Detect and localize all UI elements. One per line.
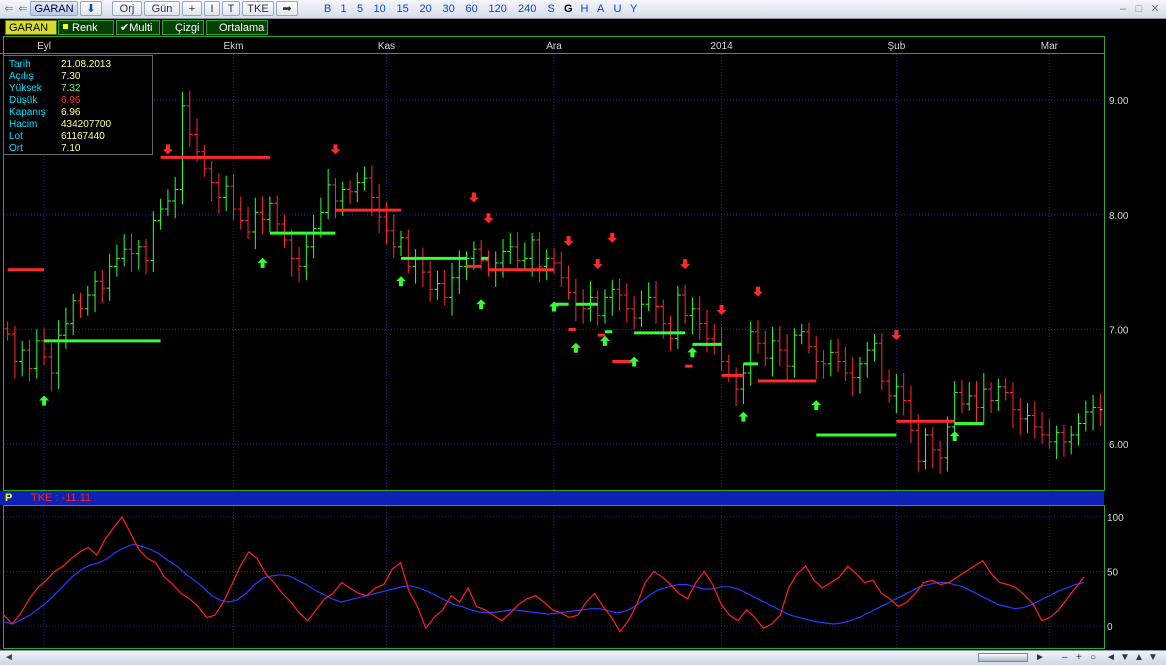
buy-signal-arrow-icon [396, 276, 407, 287]
osc-tick-label: 0 [1107, 622, 1113, 633]
info-row: Tarih 21.08.2013 [4, 59, 152, 71]
buy-signal-arrow-icon [476, 299, 487, 310]
scroll-end-icon[interactable]: ◄ [1106, 651, 1116, 664]
info-key: Düşük [9, 95, 38, 106]
buy-signal-arrow-icon [811, 400, 822, 411]
info-value: 6.96 [61, 107, 81, 118]
info-key: Açılış [9, 71, 34, 82]
info-value: 434207700 [61, 119, 112, 130]
info-key: Kapanış [9, 107, 46, 118]
sell-signal-arrow-icon [468, 192, 479, 203]
info-value: 7.30 [61, 71, 81, 82]
buy-signal-arrow-icon [949, 431, 960, 442]
oscillator-panel-frame [3, 505, 1105, 649]
info-key: Lot [9, 131, 23, 142]
info-row: Yüksek 7.32 [4, 83, 152, 95]
zoom-out-icon[interactable]: – [1062, 651, 1068, 664]
buy-signal-arrow-icon [570, 342, 581, 353]
info-key: Hacim [9, 119, 38, 130]
sell-signal-arrow-icon [752, 286, 763, 297]
info-key: Tarih [9, 59, 31, 70]
price-chart[interactable]: Eyl Ekm Kas Ara 2014 Şub Mar 9.00 8.00 7.00 6.00 10… [0, 0, 1166, 650]
osc-tick-label: 100 [1107, 513, 1124, 524]
sell-signal-arrow-icon [592, 259, 603, 270]
buy-signal-arrow-icon [687, 347, 698, 358]
info-value: 21.08.2013 [61, 59, 112, 70]
horizontal-scrollbar[interactable]: ◄ ► – + ○ ◄ ▼ ▲ ▼ [0, 650, 1166, 665]
scroll-thumb[interactable] [978, 653, 1028, 662]
indicator-p-label: P [5, 492, 13, 504]
buy-signal-arrow-icon [39, 395, 50, 406]
price-tick-label: 6.00 [1109, 440, 1129, 451]
info-value: 7.10 [61, 143, 81, 154]
oscillator-fast-line [3, 515, 1085, 633]
scroll-bottom-icon[interactable]: ▼ [1148, 651, 1158, 664]
buy-signal-arrow-icon [257, 257, 268, 268]
sell-signal-arrow-icon [162, 144, 173, 155]
indicator-header: P TKE : -11.11 [0, 491, 1104, 505]
month-label: Ekm [223, 41, 243, 52]
info-row: Kapanış 6.96 [4, 107, 152, 119]
sell-signal-arrow-icon [891, 330, 902, 341]
ohlc-info-box: Tarih 21.08.2013 Açılış 7.30 Yüksek 7.32 Düşük… [3, 55, 153, 155]
info-key: Ort [9, 143, 23, 154]
sell-signal-arrow-icon [330, 144, 341, 155]
info-row: Hacim 434207700 [4, 119, 152, 131]
info-row: Açılış 7.30 [4, 71, 152, 83]
scroll-right-icon[interactable]: ► [1035, 651, 1045, 664]
sell-signal-arrow-icon [716, 304, 727, 315]
month-label: Eyl [37, 41, 51, 52]
buy-signal-arrow-icon [738, 411, 749, 422]
info-row: Lot 61167440 [4, 131, 152, 143]
month-label: Ara [546, 41, 562, 52]
scroll-down-icon[interactable]: ▼ [1120, 651, 1130, 664]
scroll-left-icon[interactable]: ◄ [4, 651, 14, 664]
zoom-in-icon[interactable]: + [1076, 651, 1082, 664]
buy-signal-arrow-icon [599, 335, 610, 346]
scroll-up-icon[interactable]: ▲ [1134, 651, 1144, 664]
info-key: Yüksek [9, 83, 42, 94]
price-tick-label: 8.00 [1109, 211, 1129, 222]
buy-signal-arrow-icon [629, 356, 640, 367]
info-value: 7.32 [61, 83, 81, 94]
sell-signal-arrow-icon [680, 259, 691, 270]
osc-tick-label: 50 [1107, 568, 1119, 579]
month-label: Kas [378, 41, 395, 52]
month-label: Şub [887, 41, 905, 52]
price-tick-label: 9.00 [1109, 96, 1129, 107]
indicator-value: TKE : -11.11 [31, 492, 92, 504]
sell-signal-arrow-icon [607, 232, 618, 243]
month-label: 2014 [710, 41, 733, 52]
info-row: Düşük 6.96 [4, 95, 152, 107]
info-value: 61167440 [61, 131, 105, 142]
sell-signal-arrow-icon [563, 236, 574, 247]
zoom-reset-icon[interactable]: ○ [1090, 651, 1096, 664]
info-row: Ort 7.10 [4, 143, 152, 155]
month-label: Mar [1041, 41, 1059, 52]
price-tick-label: 7.00 [1109, 325, 1129, 336]
info-value: 6.96 [61, 95, 81, 106]
